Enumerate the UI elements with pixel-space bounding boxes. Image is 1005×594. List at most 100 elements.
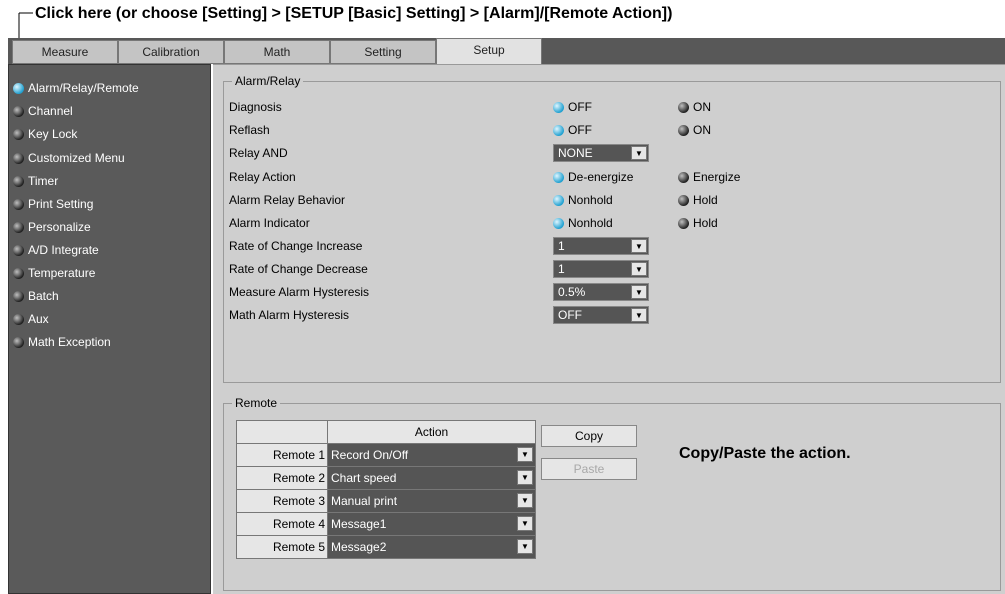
diagnosis-label: Diagnosis [229,100,282,114]
remote-action-select[interactable]: Message1 ▼ [327,512,536,536]
alarm-relay-behavior-hold-radio[interactable]: Hold [678,193,718,207]
chevron-down-icon: ▼ [631,285,647,299]
selected-radio-icon [553,218,564,229]
table-row: Remote 1 Record On/Off ▼ [236,443,536,467]
paste-button[interactable]: Paste [541,458,637,480]
alarm-relay-behavior-label: Alarm Relay Behavior [229,193,346,207]
sidebar-item-customized-menu[interactable]: Customized Menu [13,148,125,168]
remote-action-select[interactable]: Manual print ▼ [327,489,536,513]
selected-radio-icon [553,195,564,206]
tab-bar: Measure Calibration Math Setting Setup [8,38,1005,65]
radio-icon [13,245,24,256]
radio-icon [678,125,689,136]
chevron-down-icon: ▼ [631,308,647,322]
remote-name: Remote 5 [236,535,328,559]
selected-radio-icon [13,83,24,94]
radio-icon [678,218,689,229]
remote-action-select[interactable]: Chart speed ▼ [327,466,536,490]
alarm-indicator-hold-radio[interactable]: Hold [678,216,718,230]
radio-icon [678,102,689,113]
relay-and-select[interactable]: NONE ▼ [553,144,649,162]
math-hysteresis-select[interactable]: OFF ▼ [553,306,649,324]
selected-radio-icon [553,172,564,183]
diagnosis-on-radio[interactable]: ON [678,100,711,114]
alarm-relay-behavior-nonhold-radio[interactable]: Nonhold [553,193,613,207]
sidebar-item-print-setting[interactable]: Print Setting [13,194,93,214]
math-hysteresis-label: Math Alarm Hysteresis [229,308,350,322]
relay-action-energize-radio[interactable]: Energize [678,170,740,184]
alarm-relay-group: Alarm/Relay Diagnosis OFF ON Reflash OFF… [223,74,1001,383]
alarm-indicator-nonhold-radio[interactable]: Nonhold [553,216,613,230]
selected-radio-icon [553,125,564,136]
rate-increase-select[interactable]: 1 ▼ [553,237,649,255]
table-row: Remote 5 Message2 ▼ [236,535,536,559]
relay-action-label: Relay Action [229,170,296,184]
radio-icon [13,199,24,210]
sidebar-item-temperature[interactable]: Temperature [13,263,95,283]
measure-hysteresis-label: Measure Alarm Hysteresis [229,285,370,299]
chevron-down-icon: ▼ [517,470,533,485]
sidebar-item-aux[interactable]: Aux [13,309,49,329]
sidebar-item-timer[interactable]: Timer [13,171,58,191]
relay-action-de-energize-radio[interactable]: De-energize [553,170,633,184]
tab-setup[interactable]: Setup [436,38,542,65]
action-column-header: Action [327,420,536,444]
sidebar-item-key-lock[interactable]: Key Lock [13,124,77,144]
table-row: Remote 2 Chart speed ▼ [236,466,536,490]
rate-increase-label: Rate of Change Increase [229,239,363,253]
sidebar-item-personalize[interactable]: Personalize [13,217,91,237]
chevron-down-icon: ▼ [517,539,533,554]
reflash-off-radio[interactable]: OFF [553,123,592,137]
table-header-row: Action [236,420,536,444]
radio-icon [13,314,24,325]
sidebar-item-math-exception[interactable]: Math Exception [13,332,111,352]
copy-paste-callout: Copy/Paste the action. [679,445,851,462]
radio-icon [13,129,24,140]
copy-button[interactable]: Copy [541,425,637,447]
alarm-relay-title: Alarm/Relay [232,74,304,88]
radio-icon [678,195,689,206]
tab-math[interactable]: Math [224,40,330,64]
remote-name: Remote 4 [236,512,328,536]
sidebar-item-channel[interactable]: Channel [13,101,73,121]
remote-action-select[interactable]: Record On/Off ▼ [327,443,536,467]
chevron-down-icon: ▼ [517,516,533,531]
sidebar-item-ad-integrate[interactable]: A/D Integrate [13,240,99,260]
rate-decrease-select[interactable]: 1 ▼ [553,260,649,278]
selected-radio-icon [553,102,564,113]
tab-setting[interactable]: Setting [330,40,436,64]
radio-icon [13,222,24,233]
radio-icon [678,172,689,183]
alarm-indicator-label: Alarm Indicator [229,216,310,230]
remote-title: Remote [232,396,281,410]
radio-icon [13,291,24,302]
remote-name: Remote 3 [236,489,328,513]
diagnosis-off-radio[interactable]: OFF [553,100,592,114]
radio-icon [13,106,24,117]
relay-and-label: Relay AND [229,146,288,160]
remote-name: Remote 2 [236,466,328,490]
reflash-on-radio[interactable]: ON [678,123,711,137]
rate-decrease-label: Rate of Change Decrease [229,262,368,276]
sidebar-item-alarm-relay-remote[interactable]: Alarm/Relay/Remote [13,78,139,98]
chevron-down-icon: ▼ [631,239,647,253]
table-row: Remote 4 Message1 ▼ [236,512,536,536]
table-row: Remote 3 Manual print ▼ [236,489,536,513]
remote-action-select[interactable]: Message2 ▼ [327,535,536,559]
radio-icon [13,176,24,187]
radio-icon [13,268,24,279]
measure-hysteresis-select[interactable]: 0.5% ▼ [553,283,649,301]
remote-name: Remote 1 [236,443,328,467]
reflash-label: Reflash [229,123,270,137]
sidebar: Alarm/Relay/Remote Channel Key Lock Cust… [8,64,211,594]
tab-calibration[interactable]: Calibration [118,40,224,64]
chevron-down-icon: ▼ [631,146,647,160]
tab-measure[interactable]: Measure [12,40,118,64]
sidebar-item-batch[interactable]: Batch [13,286,59,306]
radio-icon [13,337,24,348]
remote-table: Action Remote 1 Record On/Off ▼ Remote 2 … [236,420,536,559]
chevron-down-icon: ▼ [631,262,647,276]
chevron-down-icon: ▼ [517,447,533,462]
radio-icon [13,153,24,164]
chevron-down-icon: ▼ [517,493,533,508]
